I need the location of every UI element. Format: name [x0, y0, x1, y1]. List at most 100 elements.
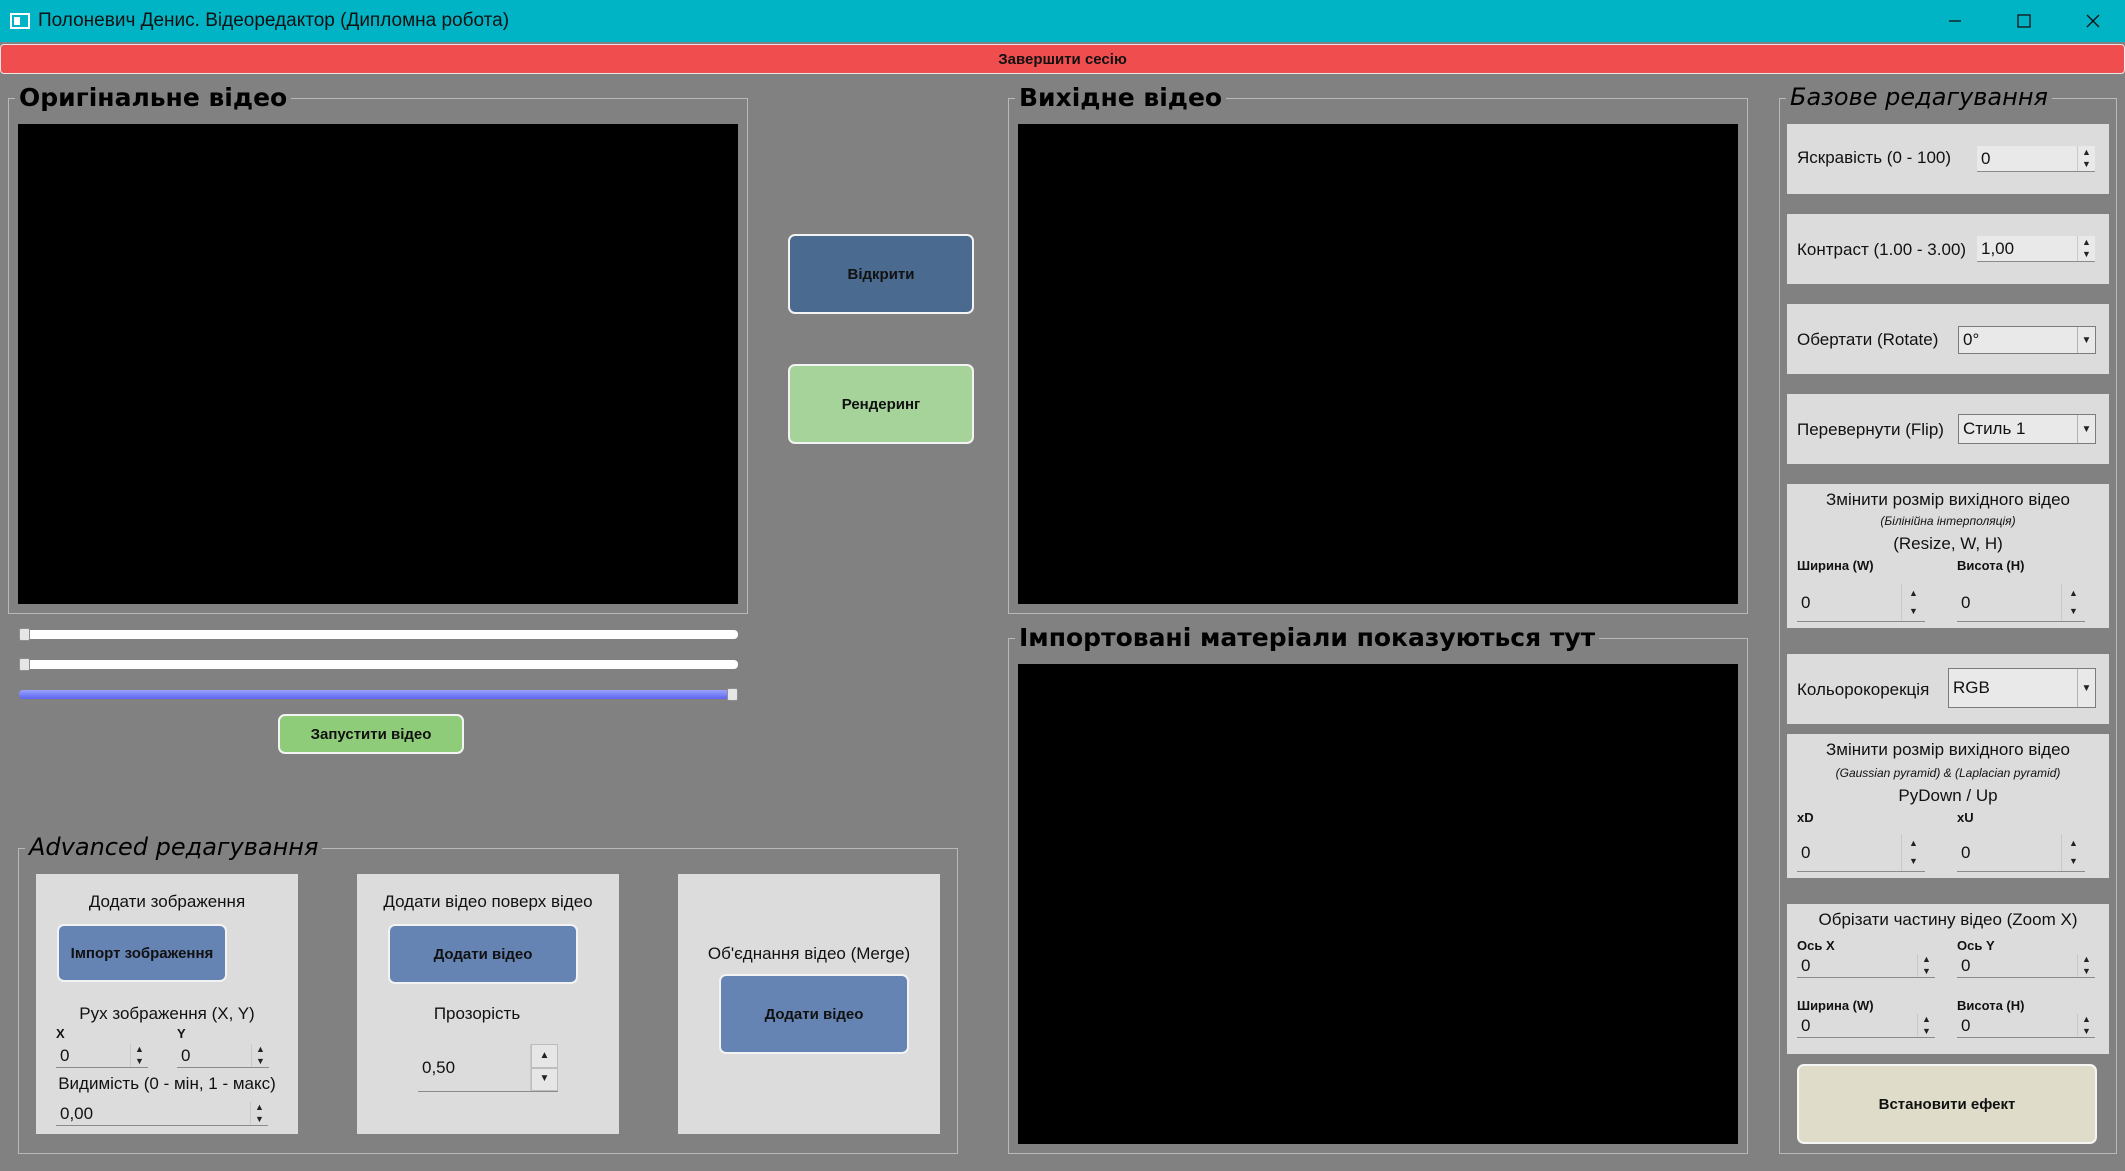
resize-w-spinbox[interactable]: 0 ▲ ▼	[1797, 584, 1925, 622]
merge-add-video-button[interactable]: Додати відео	[719, 974, 909, 1054]
spin-up-icon[interactable]: ▲	[252, 1044, 269, 1056]
minimize-icon	[1949, 20, 1961, 22]
opacity-spinbox[interactable]: 0,50 ▲ ▼	[418, 1044, 558, 1092]
pyramid-xu-spinbox[interactable]: 0 ▲ ▼	[1957, 834, 2085, 872]
spin-up-icon[interactable]: ▲	[2062, 834, 2085, 853]
advanced-editing-title: Advanced редагування	[25, 833, 323, 861]
output-video-title: Вихідне відео	[1015, 83, 1227, 112]
spin-up-icon[interactable]: ▲	[2062, 584, 2085, 603]
contrast-label: Контраст (1.00 - 3.00)	[1797, 240, 1967, 259]
color-correction-value: RGB	[1953, 678, 1990, 697]
play-video-button[interactable]: Запустити відео	[278, 714, 464, 754]
rotate-dropdown[interactable]: 0° ▼	[1958, 326, 2096, 354]
progress-slider-handle[interactable]	[727, 688, 738, 701]
spin-up-icon[interactable]: ▲	[1918, 954, 1935, 966]
close-icon	[2086, 14, 2100, 28]
basic-editing-title: Базове редагування	[1786, 83, 2052, 111]
zoom-h-spinbox[interactable]: 0 ▲ ▼	[1957, 1014, 2095, 1038]
flip-dropdown[interactable]: Стиль 1 ▼	[1958, 414, 2096, 444]
chevron-down-icon[interactable]: ▼	[2077, 327, 2095, 353]
import-image-button[interactable]: Імпорт зображення	[57, 924, 227, 982]
spin-down-icon[interactable]: ▼	[1918, 1026, 1935, 1038]
zoom-h-value: 0	[1961, 1015, 1971, 1035]
spin-down-icon[interactable]: ▼	[2078, 966, 2095, 978]
spin-up-icon[interactable]: ▲	[2078, 146, 2095, 159]
spin-down-icon[interactable]: ▼	[1902, 603, 1925, 622]
spin-down-icon[interactable]: ▼	[1902, 853, 1925, 872]
spin-up-icon[interactable]: ▲	[1902, 834, 1925, 853]
resize-heading: Змінити розмір вихідного відео	[1826, 490, 2070, 509]
spin-up-icon[interactable]: ▲	[2078, 236, 2095, 249]
opacity-value: 0,50	[422, 1057, 456, 1077]
brightness-label: Яскравість (0 - 100)	[1797, 148, 1952, 167]
spin-down-icon[interactable]: ▼	[2078, 1026, 2095, 1038]
zoom-x-label: Ось X	[1797, 938, 1835, 953]
zoom-heading: Обрізати частину відео (Zoom X)	[1818, 910, 2078, 929]
opacity-label: Прозорість	[433, 1004, 521, 1023]
render-button[interactable]: Рендеринг	[788, 364, 974, 444]
overlay-add-video-button[interactable]: Додати відео	[388, 924, 578, 984]
contrast-panel: Контраст (1.00 - 3.00) 1,00 ▲ ▼	[1787, 214, 2109, 284]
progress-slider-fill[interactable]	[19, 690, 738, 699]
position-slider-track[interactable]	[19, 630, 738, 639]
spin-down-icon[interactable]: ▼	[531, 1067, 558, 1091]
window-title: Полоневич Денис. Відеоредактор (Дипломна…	[38, 10, 510, 31]
rotate-panel: Обертати (Rotate) 0° ▼	[1787, 304, 2109, 374]
brightness-value: 0	[1981, 148, 1991, 168]
contrast-spinbox[interactable]: 1,00 ▲ ▼	[1977, 236, 2095, 262]
close-button[interactable]	[2058, 0, 2125, 42]
spin-up-icon[interactable]: ▲	[131, 1044, 148, 1056]
color-correction-panel: Кольорокорекція RGB ▼	[1787, 654, 2109, 724]
flip-panel: Перевернути (Flip) Стиль 1 ▼	[1787, 394, 2109, 464]
spin-up-icon[interactable]: ▲	[1902, 584, 1925, 603]
imported-materials-screen	[1018, 664, 1738, 1144]
image-visibility-label: Видимість (0 - мін, 1 - макс)	[58, 1074, 276, 1093]
spin-down-icon[interactable]: ▼	[2078, 159, 2095, 172]
spin-down-icon[interactable]: ▼	[251, 1114, 268, 1126]
spin-down-icon[interactable]: ▼	[2062, 853, 2085, 872]
spin-down-icon[interactable]: ▼	[2062, 603, 2085, 622]
chevron-down-icon[interactable]: ▼	[2077, 669, 2095, 707]
secondary-slider-track[interactable]	[19, 660, 738, 669]
pyramid-xu-label: xU	[1957, 810, 1974, 825]
image-y-spinbox[interactable]: 0 ▲ ▼	[177, 1044, 269, 1068]
resize-subheading: (Білінійна інтерполяція)	[1880, 514, 2016, 528]
maximize-button[interactable]	[1989, 0, 2059, 42]
brightness-panel: Яскравість (0 - 100) 0 ▲ ▼	[1787, 124, 2109, 194]
pyramid-xd-spinbox[interactable]: 0 ▲ ▼	[1797, 834, 1925, 872]
image-x-spinbox[interactable]: 0 ▲ ▼	[56, 1044, 148, 1068]
secondary-slider-handle[interactable]	[19, 658, 30, 671]
overlay-video-heading: Додати відео поверх відео	[383, 892, 593, 911]
resize-h-spinbox[interactable]: 0 ▲ ▼	[1957, 584, 2085, 622]
brightness-spinbox[interactable]: 0 ▲ ▼	[1977, 146, 2095, 172]
color-correction-label: Кольорокорекція	[1797, 680, 1930, 699]
resize-w-label: Ширина (W)	[1797, 558, 1874, 573]
spin-down-icon[interactable]: ▼	[1918, 966, 1935, 978]
chevron-down-icon[interactable]: ▼	[2077, 415, 2095, 443]
zoom-y-spinbox[interactable]: 0 ▲ ▼	[1957, 954, 2095, 978]
image-visibility-spinbox[interactable]: 0,00 ▲ ▼	[56, 1102, 268, 1126]
merge-video-panel: Об'єднання відео (Merge) Додати відео	[678, 874, 940, 1134]
spin-up-icon[interactable]: ▲	[2078, 954, 2095, 966]
spin-up-icon[interactable]: ▲	[1918, 1014, 1935, 1026]
minimize-button[interactable]	[1920, 0, 1990, 42]
open-button[interactable]: Відкрити	[788, 234, 974, 314]
spin-down-icon[interactable]: ▼	[252, 1056, 269, 1068]
zoom-y-label: Ось Y	[1957, 938, 1995, 953]
end-session-button[interactable]: Завершити сесію	[0, 44, 2125, 74]
overlay-video-panel: Додати відео поверх відео Додати відео П…	[357, 874, 619, 1134]
spin-up-icon[interactable]: ▲	[251, 1102, 268, 1114]
color-correction-dropdown[interactable]: RGB ▼	[1948, 668, 2096, 708]
zoom-x-spinbox[interactable]: 0 ▲ ▼	[1797, 954, 1935, 978]
add-image-panel: Додати зображення Імпорт зображення Рух …	[36, 874, 298, 1134]
spin-up-icon[interactable]: ▲	[2078, 1014, 2095, 1026]
apply-effect-button[interactable]: Встановити ефект	[1797, 1064, 2097, 1144]
zoom-w-spinbox[interactable]: 0 ▲ ▼	[1797, 1014, 1935, 1038]
image-x-value: 0	[60, 1045, 70, 1065]
spin-up-icon[interactable]: ▲	[531, 1044, 558, 1068]
position-slider-handle[interactable]	[19, 628, 30, 641]
add-image-heading: Додати зображення	[88, 892, 246, 911]
pyramid-heading: Змінити розмір вихідного відео	[1826, 740, 2070, 759]
spin-down-icon[interactable]: ▼	[131, 1056, 148, 1068]
spin-down-icon[interactable]: ▼	[2078, 249, 2095, 262]
